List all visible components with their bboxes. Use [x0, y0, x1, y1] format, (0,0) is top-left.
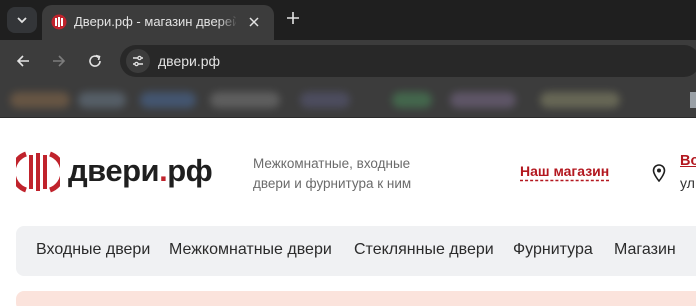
store-city-link[interactable]: Во — [680, 153, 696, 169]
address-bar[interactable]: двери.рф — [120, 45, 696, 77]
logo-name: двери — [68, 153, 160, 188]
bookmark-item[interactable] — [140, 92, 196, 108]
bookmark-item[interactable] — [210, 92, 280, 108]
promo-banner — [16, 291, 696, 306]
new-tab-button[interactable] — [283, 8, 303, 28]
bookmark-item[interactable] — [78, 92, 126, 108]
menu-item-store[interactable]: Магазин — [614, 241, 676, 259]
tab-search-button[interactable] — [7, 7, 37, 33]
logo-dot: . — [159, 153, 168, 188]
arrow-right-icon — [53, 55, 66, 67]
tab-close-button[interactable] — [246, 14, 262, 30]
bookmark-item[interactable] — [540, 92, 620, 108]
site-logo[interactable]: двери.рф — [16, 151, 216, 193]
our-store-link[interactable]: Наш магазин — [520, 163, 609, 179]
browser-tab-strip: Двери.рф - магазин дверей и фурнитуры — [0, 0, 696, 40]
tab-title-fade — [218, 11, 238, 33]
active-tab[interactable]: Двери.рф - магазин дверей и фурнитуры — [42, 5, 274, 40]
bookmark-item[interactable] — [392, 92, 432, 108]
site-info-button[interactable] — [126, 49, 150, 73]
chevron-down-icon — [17, 17, 27, 24]
menu-item-hardware[interactable]: Фурнитура — [513, 241, 593, 259]
browser-toolbar: двери.рф — [0, 40, 696, 82]
menu-item-glass-doors[interactable]: Стеклянные двери — [354, 241, 494, 259]
arrow-left-icon — [16, 55, 29, 67]
forward-button[interactable] — [48, 50, 70, 72]
tab-title: Двери.рф - магазин дверей и фурнитуры — [74, 14, 236, 29]
location-pin-icon — [652, 164, 666, 182]
menu-item-entrance-doors[interactable]: Входные двери — [36, 241, 150, 259]
back-button[interactable] — [12, 50, 34, 72]
store-street: ул — [680, 175, 695, 191]
main-nav: Входные двери Межкомнатные двери Стеклян… — [16, 226, 696, 276]
bookmark-item[interactable] — [10, 92, 70, 108]
close-icon — [249, 17, 259, 27]
bookmark-item[interactable] — [300, 92, 350, 108]
bookmark-item[interactable] — [450, 92, 516, 108]
logo-tld: рф — [167, 153, 213, 188]
door-logo-icon — [16, 151, 60, 193]
url-text: двери.рф — [158, 53, 221, 69]
site-tagline: Межкомнатные, входные двери и фурнитура … — [253, 156, 412, 191]
tune-icon — [133, 55, 143, 67]
bookmarks-overflow — [690, 92, 696, 108]
bookmarks-bar — [0, 82, 696, 118]
web-page: двери.рф Межкомнатные, входные двери и ф… — [0, 119, 696, 306]
site-favicon-icon — [51, 14, 67, 30]
plus-icon — [287, 12, 299, 24]
logo-wordmark: двери.рф — [68, 153, 213, 189]
reload-icon — [89, 54, 101, 67]
menu-item-interior-doors[interactable]: Межкомнатные двери — [169, 241, 332, 259]
reload-button[interactable] — [84, 50, 106, 72]
